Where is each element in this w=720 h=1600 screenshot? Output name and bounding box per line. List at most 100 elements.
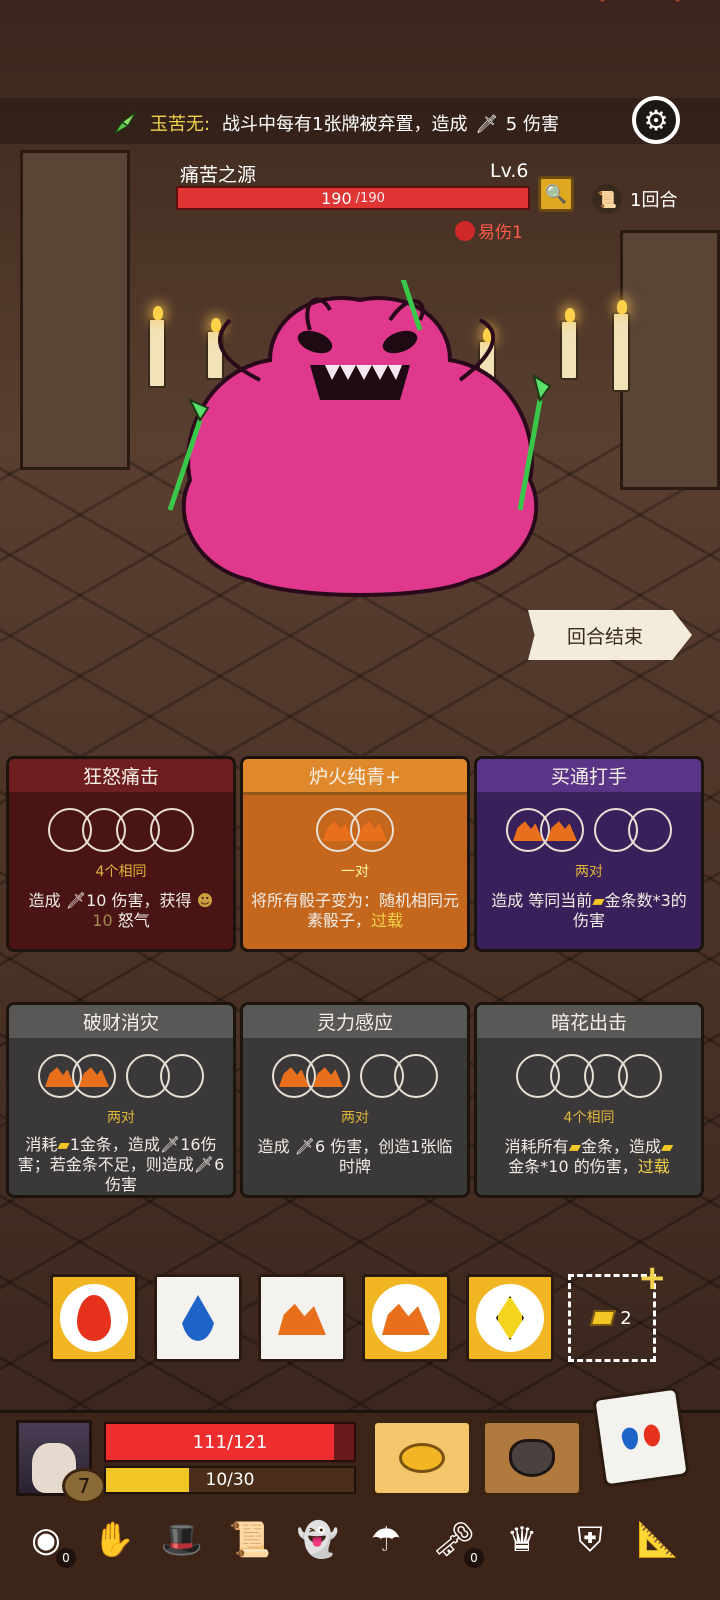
enemy-hp-bar: 190 /190 [176, 186, 530, 210]
sword-icon: 🗡 [475, 114, 499, 135]
vulnerable-status[interactable]: 易伤1 [455, 218, 523, 243]
relic-count-badge: 0 [56, 1548, 76, 1568]
dice-slots [251, 1051, 459, 1101]
dice-slot[interactable] [150, 808, 194, 852]
gold-bar-icon: ▰ [592, 891, 605, 910]
earth-icon [279, 1067, 309, 1087]
earth-icon [323, 821, 353, 841]
armor-relic-icon[interactable]: ⛨ [562, 1512, 618, 1568]
die-earth[interactable] [258, 1274, 346, 1362]
dice-slot[interactable] [628, 808, 672, 852]
round-label: 1回合 [630, 190, 678, 211]
desc-text: 造成 等同当前 [491, 891, 593, 910]
hand-relic-icon[interactable]: ✋ [86, 1512, 142, 1568]
card-description: 造成 🗡6 伤害，创造1张临时牌 [251, 1137, 459, 1177]
die-earth[interactable] [362, 1274, 450, 1362]
die-water[interactable] [154, 1274, 242, 1362]
card-requirement: 两对 [107, 1110, 135, 1126]
inspect-enemy-button[interactable]: 🔍 [538, 176, 574, 212]
dice-slot-earth[interactable] [306, 1054, 350, 1098]
relic-name: 玉苦无: [150, 114, 211, 135]
skill-card-spirit-sense[interactable]: 灵力感应 两对 造成 🗡6 伤害，创造1张临时牌 [240, 1002, 470, 1198]
candle [612, 300, 630, 392]
desc-text: 将所有骰子变为：随机相同元素骰子， [251, 891, 460, 930]
dice-slots [485, 805, 693, 855]
fire-icon [642, 1423, 662, 1448]
end-turn-button[interactable]: 回合结束 [528, 610, 692, 660]
sword-icon: 🗡 [193, 1155, 215, 1174]
vulnerable-icon [455, 220, 475, 241]
skill-card-hidden-strike[interactable]: 暗花出击 4个相同 消耗所有▰金条，造成▰ 金条*10 的伤害，过载 [474, 1002, 704, 1198]
desc-highlight: 10 [92, 911, 113, 930]
pot-icon [509, 1439, 555, 1477]
crown-relic-icon[interactable]: ♛ [494, 1512, 550, 1568]
magnifier-icon: 🔍 [544, 183, 568, 205]
skill-card-hire-thug[interactable]: 买通打手 两对 造成 等同当前▰金条数*3的伤害 [474, 756, 704, 952]
desc-text: 金条，造成 [581, 1137, 662, 1156]
card-description: 消耗所有▰金条，造成▰ 金条*10 的伤害，过载 [485, 1137, 693, 1177]
earth-icon [382, 1303, 430, 1335]
round-counter: 📜 1回合 [592, 184, 677, 214]
dice-slot[interactable] [618, 1054, 662, 1098]
dice-slots [17, 805, 225, 855]
gold-bar-icon: ▰ [661, 1137, 674, 1156]
pain-source-monster[interactable] [150, 280, 570, 600]
dice-slot-earth[interactable] [72, 1054, 116, 1098]
scroll-relic-icon[interactable]: 📜 [222, 1512, 278, 1568]
earth-icon [357, 821, 387, 841]
water-icon [620, 1426, 640, 1451]
ruler-relic-icon[interactable]: 📐 [630, 1512, 686, 1568]
skill-card-fury-strike[interactable]: 狂怒痛击 4个相同 造成 🗡10 伤害，获得 ☻ 10 怒气 [6, 756, 236, 952]
gold-bar-icon: ▰ [568, 1137, 581, 1156]
desc-text: 造成 [28, 891, 66, 910]
sword-icon: 🗡 [159, 1135, 181, 1154]
card-description: 造成 等同当前▰金条数*3的伤害 [485, 891, 693, 931]
feather-hat-relic-icon[interactable]: 🎩 [154, 1512, 210, 1568]
earth-icon [513, 821, 543, 841]
enemy-hp-value: 190 [321, 188, 352, 208]
sword-icon: 🗡 [65, 891, 87, 910]
desc-text: 金条*10 的伤害， [508, 1157, 638, 1176]
dice-slot-earth[interactable] [540, 808, 584, 852]
skill-card-pay-off[interactable]: 破财消灾 两对 消耗▰1金条，造成🗡16伤害；若金条不足，则造成🗡6 伤害 [6, 1002, 236, 1198]
gold-bar-icon [590, 1310, 617, 1326]
left-pillar [20, 150, 130, 470]
die-fire[interactable] [50, 1274, 138, 1362]
enemy-name: 痛苦之源 [180, 164, 257, 186]
card-description: 将所有骰子变为：随机相同元素骰子，过载 [251, 891, 459, 931]
coins-icon [399, 1443, 445, 1473]
player-hp-text: 111/121 [192, 1431, 268, 1453]
player-shield-text: 10/30 [205, 1470, 255, 1490]
card-title: 炉火纯青+ [243, 759, 467, 795]
plus-icon[interactable]: + [638, 1258, 667, 1298]
coins-button[interactable] [372, 1420, 472, 1496]
reroll-dice-button[interactable] [592, 1386, 690, 1488]
dice-slot[interactable] [394, 1054, 438, 1098]
pot-button[interactable] [482, 1420, 582, 1496]
ghost-relic-icon[interactable]: 👻 [290, 1512, 346, 1568]
card-title: 破财消灾 [9, 1005, 233, 1041]
skill-card-mastery[interactable]: 炉火纯青+ 一对 将所有骰子变为：随机相同元素骰子，过载 [240, 756, 470, 952]
enemy-level: Lv.6 [490, 160, 529, 182]
dice-slots [251, 805, 459, 855]
enemy-hp-max: /190 [355, 190, 385, 206]
dice-slots [17, 1051, 225, 1101]
dice-slots [485, 1051, 693, 1101]
rage-icon: ☻ [196, 891, 214, 910]
card-description: 造成 🗡10 伤害，获得 ☻ 10 怒气 [17, 891, 225, 931]
right-pillar [620, 230, 720, 490]
card-title: 狂怒痛击 [9, 759, 233, 795]
umbrella-relic-icon[interactable]: ☂ [358, 1512, 414, 1568]
card-requirement: 两对 [341, 1110, 369, 1126]
die-diamond[interactable] [466, 1274, 554, 1362]
player-shield-bar: 10/30 [104, 1466, 356, 1494]
dice-slot-earth[interactable] [350, 808, 394, 852]
card-requirement: 两对 [575, 864, 603, 880]
desc-text: 1金条，造成 [69, 1135, 160, 1154]
jade-kunai-icon [113, 111, 137, 135]
vulnerable-label: 易伤1 [478, 223, 523, 243]
settings-gear-icon[interactable]: ⚙ [632, 96, 680, 144]
gold-count: 2 [620, 1307, 632, 1329]
dice-slot[interactable] [160, 1054, 204, 1098]
card-title: 暗花出击 [477, 1005, 701, 1041]
